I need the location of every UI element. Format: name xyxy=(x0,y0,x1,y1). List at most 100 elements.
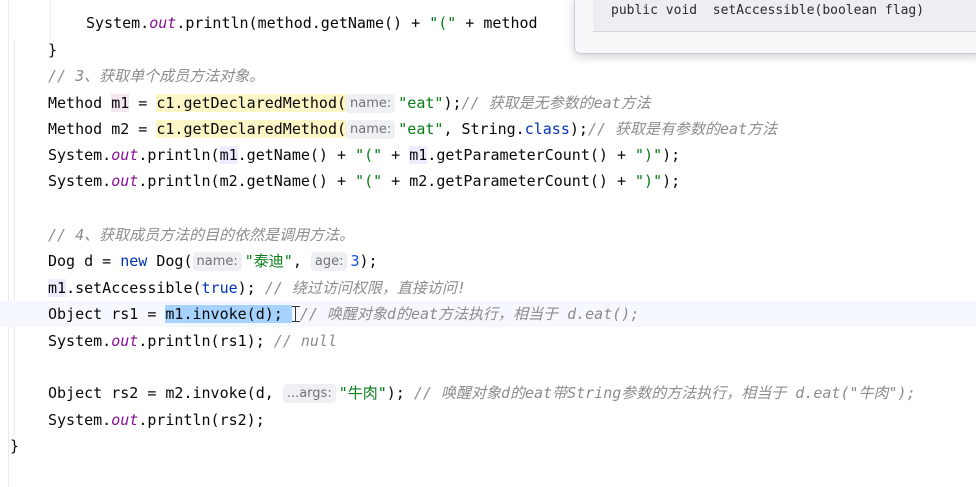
string-literal: "eat" xyxy=(398,120,444,138)
code-text: System.out.println(rs2); xyxy=(48,407,265,433)
code-comment: // 绕过访问权限，直接访问! xyxy=(264,279,466,297)
code-text: Object rs1 = m1.invoke(d); // 唤醒对象d的eat方… xyxy=(48,301,639,327)
parameter-hint: ...args: xyxy=(282,384,336,403)
code-line[interactable]: System.out.println(rs2); xyxy=(0,407,976,433)
code-token: Object rs1 = xyxy=(48,305,166,323)
static-field: out xyxy=(111,332,139,350)
highlighted-token: m1 xyxy=(219,146,238,164)
code-comment: // 4、获取成员方法的目的依然是调用方法。 xyxy=(48,226,355,244)
string-literal: ")" xyxy=(635,146,663,164)
code-token: } xyxy=(48,41,58,59)
string-literal: "牛肉" xyxy=(338,384,387,402)
code-line[interactable]: Object rs1 = m1.invoke(d); // 唤醒对象d的eat方… xyxy=(0,301,976,327)
code-token: Method m2 = xyxy=(48,120,157,138)
code-text: System.out.println(rs1); // null xyxy=(48,328,337,354)
static-field: out xyxy=(111,146,139,164)
code-line[interactable]: // 3、获取单个成员方法对象。 xyxy=(0,63,976,89)
code-token: + xyxy=(382,146,410,164)
code-token: } xyxy=(10,437,20,455)
code-token: .println(m2.getName() + xyxy=(138,172,356,190)
parameter-hint: name: xyxy=(346,94,396,113)
highlighted-token: m1 xyxy=(409,146,428,164)
code-token: Method xyxy=(48,94,112,112)
code-line[interactable] xyxy=(0,354,976,380)
static-field: out xyxy=(111,411,139,429)
signature-tooltip: public void setAccessible(boolean flag) xyxy=(574,0,976,54)
code-token: Object rs2 = m2.invoke(d, xyxy=(48,384,283,402)
number-literal: 3 xyxy=(350,252,360,270)
code-token: + method xyxy=(456,14,538,32)
code-comment: // 唤醒对象d的eat带String参数的方法执行，相当于 d.eat("牛肉… xyxy=(413,384,916,402)
text-cursor-icon xyxy=(291,305,300,323)
code-token: ); xyxy=(569,120,588,138)
code-comment: // 获取是无参数的eat方法 xyxy=(461,94,651,112)
code-token: .println(rs2); xyxy=(138,411,265,429)
code-line[interactable]: Object rs2 = m2.invoke(d, ...args: "牛肉");… xyxy=(0,380,976,406)
code-text: System.out.println(m2.getName() + "(" + … xyxy=(48,168,680,194)
code-comment: // 获取是有参数的eat方法 xyxy=(587,120,778,138)
code-comment: // 唤醒对象d的eat方法执行，相当于 d.eat(); xyxy=(299,305,640,323)
string-literal: "泰迪" xyxy=(244,252,293,270)
code-token: ); xyxy=(359,252,378,270)
code-token: , xyxy=(292,252,311,270)
highlighted-token: m1 xyxy=(111,94,130,112)
keyword: true xyxy=(201,279,238,297)
parameter-hint: name: xyxy=(192,252,242,271)
highlighted-token: m1 xyxy=(48,279,67,297)
code-line[interactable]: System.out.println(m2.getName() + "(" + … xyxy=(0,168,976,194)
code-text: } xyxy=(48,37,57,63)
keyword: class xyxy=(524,120,570,138)
code-token: .getName() + xyxy=(237,146,356,164)
code-token: Dog d = xyxy=(48,252,121,270)
string-literal: ")" xyxy=(635,172,663,190)
code-token: .setAccessible( xyxy=(66,279,202,297)
code-line[interactable]: // 4、获取成员方法的目的依然是调用方法。 xyxy=(0,222,976,248)
code-editor[interactable]: System.out.println(method.getName() + "(… xyxy=(0,0,976,487)
code-token: System. xyxy=(86,14,150,32)
code-token: System. xyxy=(48,172,112,190)
code-token: ); xyxy=(662,172,681,190)
code-token: = xyxy=(129,94,157,112)
code-text: System.out.println(m1.getName() + "(" + … xyxy=(48,142,680,168)
code-token: .println( xyxy=(138,146,220,164)
string-literal: "(" xyxy=(355,146,383,164)
code-text: // 4、获取成员方法的目的依然是调用方法。 xyxy=(48,222,354,248)
code-token: ); xyxy=(386,384,414,402)
code-token: .println(method.getName() + xyxy=(176,14,430,32)
code-line[interactable] xyxy=(0,195,976,221)
code-token: System. xyxy=(48,146,112,164)
code-line[interactable]: System.out.println(m1.getName() + "(" + … xyxy=(0,142,976,168)
code-comment: // 3、获取单个成员方法对象。 xyxy=(48,67,265,85)
code-text: } xyxy=(10,433,19,459)
code-text: m1.setAccessible(true); // 绕过访问权限，直接访问! xyxy=(48,275,466,301)
code-text: Object rs2 = m2.invoke(d, ...args: "牛肉");… xyxy=(48,380,916,406)
code-text: Dog d = new Dog(name: "泰迪", age: 3); xyxy=(48,248,378,274)
code-line[interactable]: System.out.println(rs1); // null xyxy=(0,328,976,354)
keyword: new xyxy=(120,252,148,270)
string-literal: "eat" xyxy=(398,94,444,112)
code-line[interactable]: m1.setAccessible(true); // 绕过访问权限，直接访问! xyxy=(0,275,976,301)
code-line[interactable]: Dog d = new Dog(name: "泰迪", age: 3); xyxy=(0,248,976,274)
code-token: ); xyxy=(662,146,681,164)
string-literal: "(" xyxy=(429,14,457,32)
code-token: Dog( xyxy=(147,252,193,270)
code-token: .println(rs1); xyxy=(138,332,274,350)
tooltip-header: public void setAccessible(boolean flag) xyxy=(593,0,976,32)
static-field: out xyxy=(111,172,139,190)
static-field: out xyxy=(149,14,177,32)
code-line[interactable]: Method m2 = c1.getDeclaredMethod(name: "e… xyxy=(0,116,976,142)
tooltip-signature: public void setAccessible(boolean flag) xyxy=(611,3,925,18)
parameter-hint: name: xyxy=(346,120,396,139)
code-token: ); xyxy=(443,94,462,112)
highlighted-token: c1.getDeclaredMethod( xyxy=(156,120,347,138)
code-line[interactable]: } xyxy=(0,433,976,459)
code-token: .getParameterCount() + xyxy=(427,146,636,164)
code-line[interactable]: Method m1 = c1.getDeclaredMethod(name: "e… xyxy=(0,90,976,116)
highlighted-token: c1.getDeclaredMethod( xyxy=(156,94,347,112)
code-token: System. xyxy=(48,411,112,429)
parameter-hint: age: xyxy=(310,252,348,271)
code-token: System. xyxy=(48,332,112,350)
code-text: System.out.println(method.getName() + "(… xyxy=(86,10,538,36)
code-token: + m2.getParameterCount() + xyxy=(382,172,636,190)
code-text: // 3、获取单个成员方法对象。 xyxy=(48,63,264,89)
